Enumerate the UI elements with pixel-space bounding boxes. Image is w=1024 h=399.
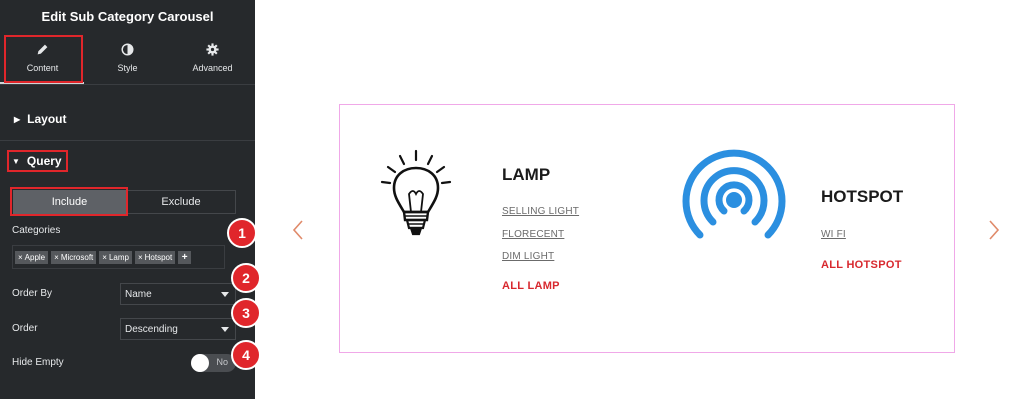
step-badge-1: 1 — [227, 218, 257, 248]
screen: Edit Sub Category Carousel Content Style… — [0, 0, 1024, 399]
subcategory-link-florecent[interactable]: FLORECENT — [502, 229, 564, 240]
all-hotspot-link[interactable]: ALL HOTSPOT — [821, 259, 902, 271]
categories-select[interactable]: × Apple × Microsoft × Lamp × Hotspot + — [12, 245, 225, 269]
hotspot-card-title[interactable]: HOTSPOT — [821, 187, 903, 207]
step-badge-4: 4 — [231, 340, 261, 370]
order-by-value: Name — [125, 288, 152, 300]
subcategory-link-wi-fi[interactable]: WI FI — [821, 229, 846, 240]
chevron-down-icon — [221, 291, 229, 297]
order-value: Descending — [125, 323, 178, 335]
category-chip[interactable]: × Lamp — [99, 250, 132, 264]
section-divider — [0, 140, 255, 141]
tab-advanced-label: Advanced — [192, 63, 233, 73]
category-chip-label: Microsoft — [60, 252, 94, 262]
order-label: Order — [12, 323, 38, 334]
highlight-box-content-tab — [4, 35, 83, 83]
lightbulb-icon — [380, 149, 452, 236]
category-chip[interactable]: × Hotspot — [134, 250, 176, 264]
tab-style-label: Style — [117, 63, 138, 73]
category-chip-label: Lamp — [108, 252, 129, 262]
section-layout[interactable]: ▶ Layout — [0, 108, 255, 130]
half-circle-icon — [121, 43, 134, 56]
add-category-icon[interactable]: + — [178, 250, 192, 264]
carousel-prev-arrow-icon[interactable] — [291, 219, 305, 241]
category-chip[interactable]: × Apple — [15, 250, 49, 264]
order-select[interactable]: Descending — [120, 318, 236, 340]
subcategory-link-selling-light[interactable]: SELLING LIGHT — [502, 206, 579, 217]
highlight-box-include — [10, 187, 128, 216]
remove-icon[interactable]: × — [102, 253, 107, 262]
remove-icon[interactable]: × — [138, 253, 143, 262]
gear-icon — [206, 43, 219, 56]
carousel-next-arrow-icon[interactable] — [987, 219, 1001, 241]
switch-state-text: No — [216, 357, 228, 367]
chevron-down-icon — [221, 326, 229, 332]
section-layout-label: Layout — [27, 112, 67, 126]
remove-icon[interactable]: × — [18, 253, 23, 262]
step-badge-2: 2 — [231, 263, 261, 293]
subcategory-link-dim-light[interactable]: DIM LIGHT — [502, 251, 554, 262]
step-badge-3: 3 — [231, 298, 261, 328]
all-lamp-link[interactable]: ALL LAMP — [502, 280, 560, 292]
category-chip-label: Apple — [24, 252, 46, 262]
panel-title: Edit Sub Category Carousel — [41, 8, 214, 24]
categories-label: Categories — [12, 225, 61, 236]
order-by-select[interactable]: Name — [120, 283, 236, 305]
hide-empty-switch[interactable]: No — [191, 354, 236, 372]
switch-knob — [191, 354, 209, 372]
tab-advanced[interactable]: Advanced — [170, 32, 255, 84]
tab-style[interactable]: Style — [85, 32, 170, 84]
highlight-box-query — [7, 150, 68, 172]
order-by-label: Order By — [12, 288, 53, 299]
hotspot-icon — [682, 149, 786, 239]
lamp-card-title[interactable]: LAMP — [502, 165, 550, 185]
caret-right-icon: ▶ — [14, 114, 21, 124]
editor-sidebar: Edit Sub Category Carousel Content Style… — [0, 0, 261, 399]
remove-icon[interactable]: × — [54, 253, 59, 262]
exclude-toggle-button[interactable]: Exclude — [126, 190, 236, 214]
hide-empty-label: Hide Empty — [12, 357, 64, 368]
category-chip[interactable]: × Microsoft — [51, 250, 97, 264]
category-chip-label: Hotspot — [144, 252, 173, 262]
